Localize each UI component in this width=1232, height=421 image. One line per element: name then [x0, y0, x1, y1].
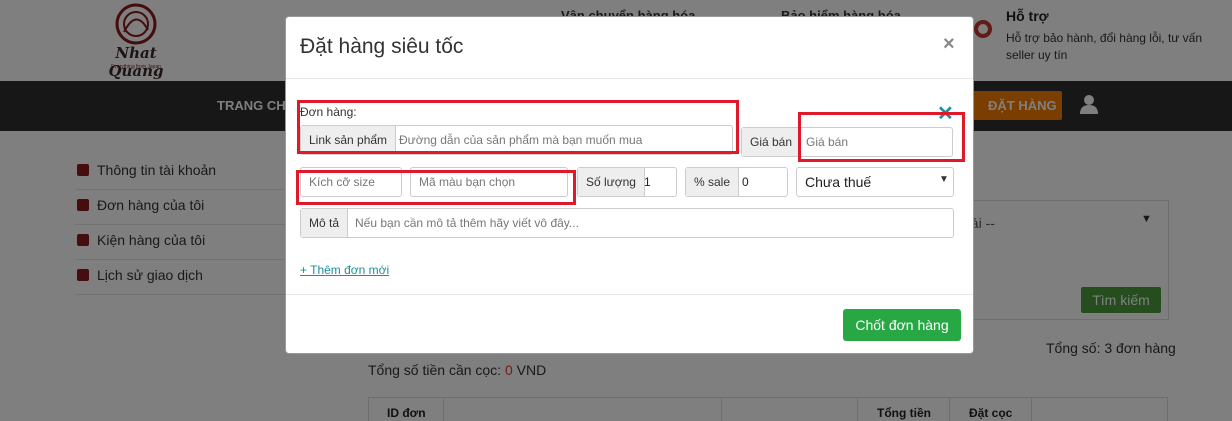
description-label: Mô tả: [301, 209, 349, 237]
sale-label: % sale: [686, 168, 740, 196]
add-order-link[interactable]: + Thêm đơn mới: [300, 263, 389, 277]
description-input[interactable]: Nếu bạn cần mô tả thêm hãy viết vô đây..…: [347, 209, 947, 237]
quantity-group: Số lượng 1: [577, 167, 677, 197]
modal-footer-divider: [286, 294, 973, 295]
quantity-input[interactable]: 1: [636, 168, 676, 196]
description-group: Mô tả Nếu bạn cần mô tả thêm hãy viết vô…: [300, 208, 954, 238]
tax-selected-value: Chưa thuế: [805, 174, 872, 190]
sale-group: % sale 0: [685, 167, 788, 197]
highlight-box-price: [798, 112, 965, 162]
caret-down-icon: ▼: [939, 174, 949, 185]
tax-select[interactable]: Chưa thuế ▼: [796, 167, 954, 197]
modal-header: Đặt hàng siêu tốc ×: [286, 17, 973, 79]
modal-title: Đặt hàng siêu tốc: [300, 35, 464, 58]
close-icon[interactable]: ×: [943, 33, 955, 56]
quantity-label: Số lượng: [578, 168, 645, 196]
submit-order-button[interactable]: Chốt đơn hàng: [843, 309, 961, 341]
highlight-box-product-link: [297, 100, 739, 154]
sale-input[interactable]: 0: [734, 168, 786, 196]
price-label: Giá bán: [742, 128, 802, 156]
highlight-box-size-color: [296, 170, 576, 205]
